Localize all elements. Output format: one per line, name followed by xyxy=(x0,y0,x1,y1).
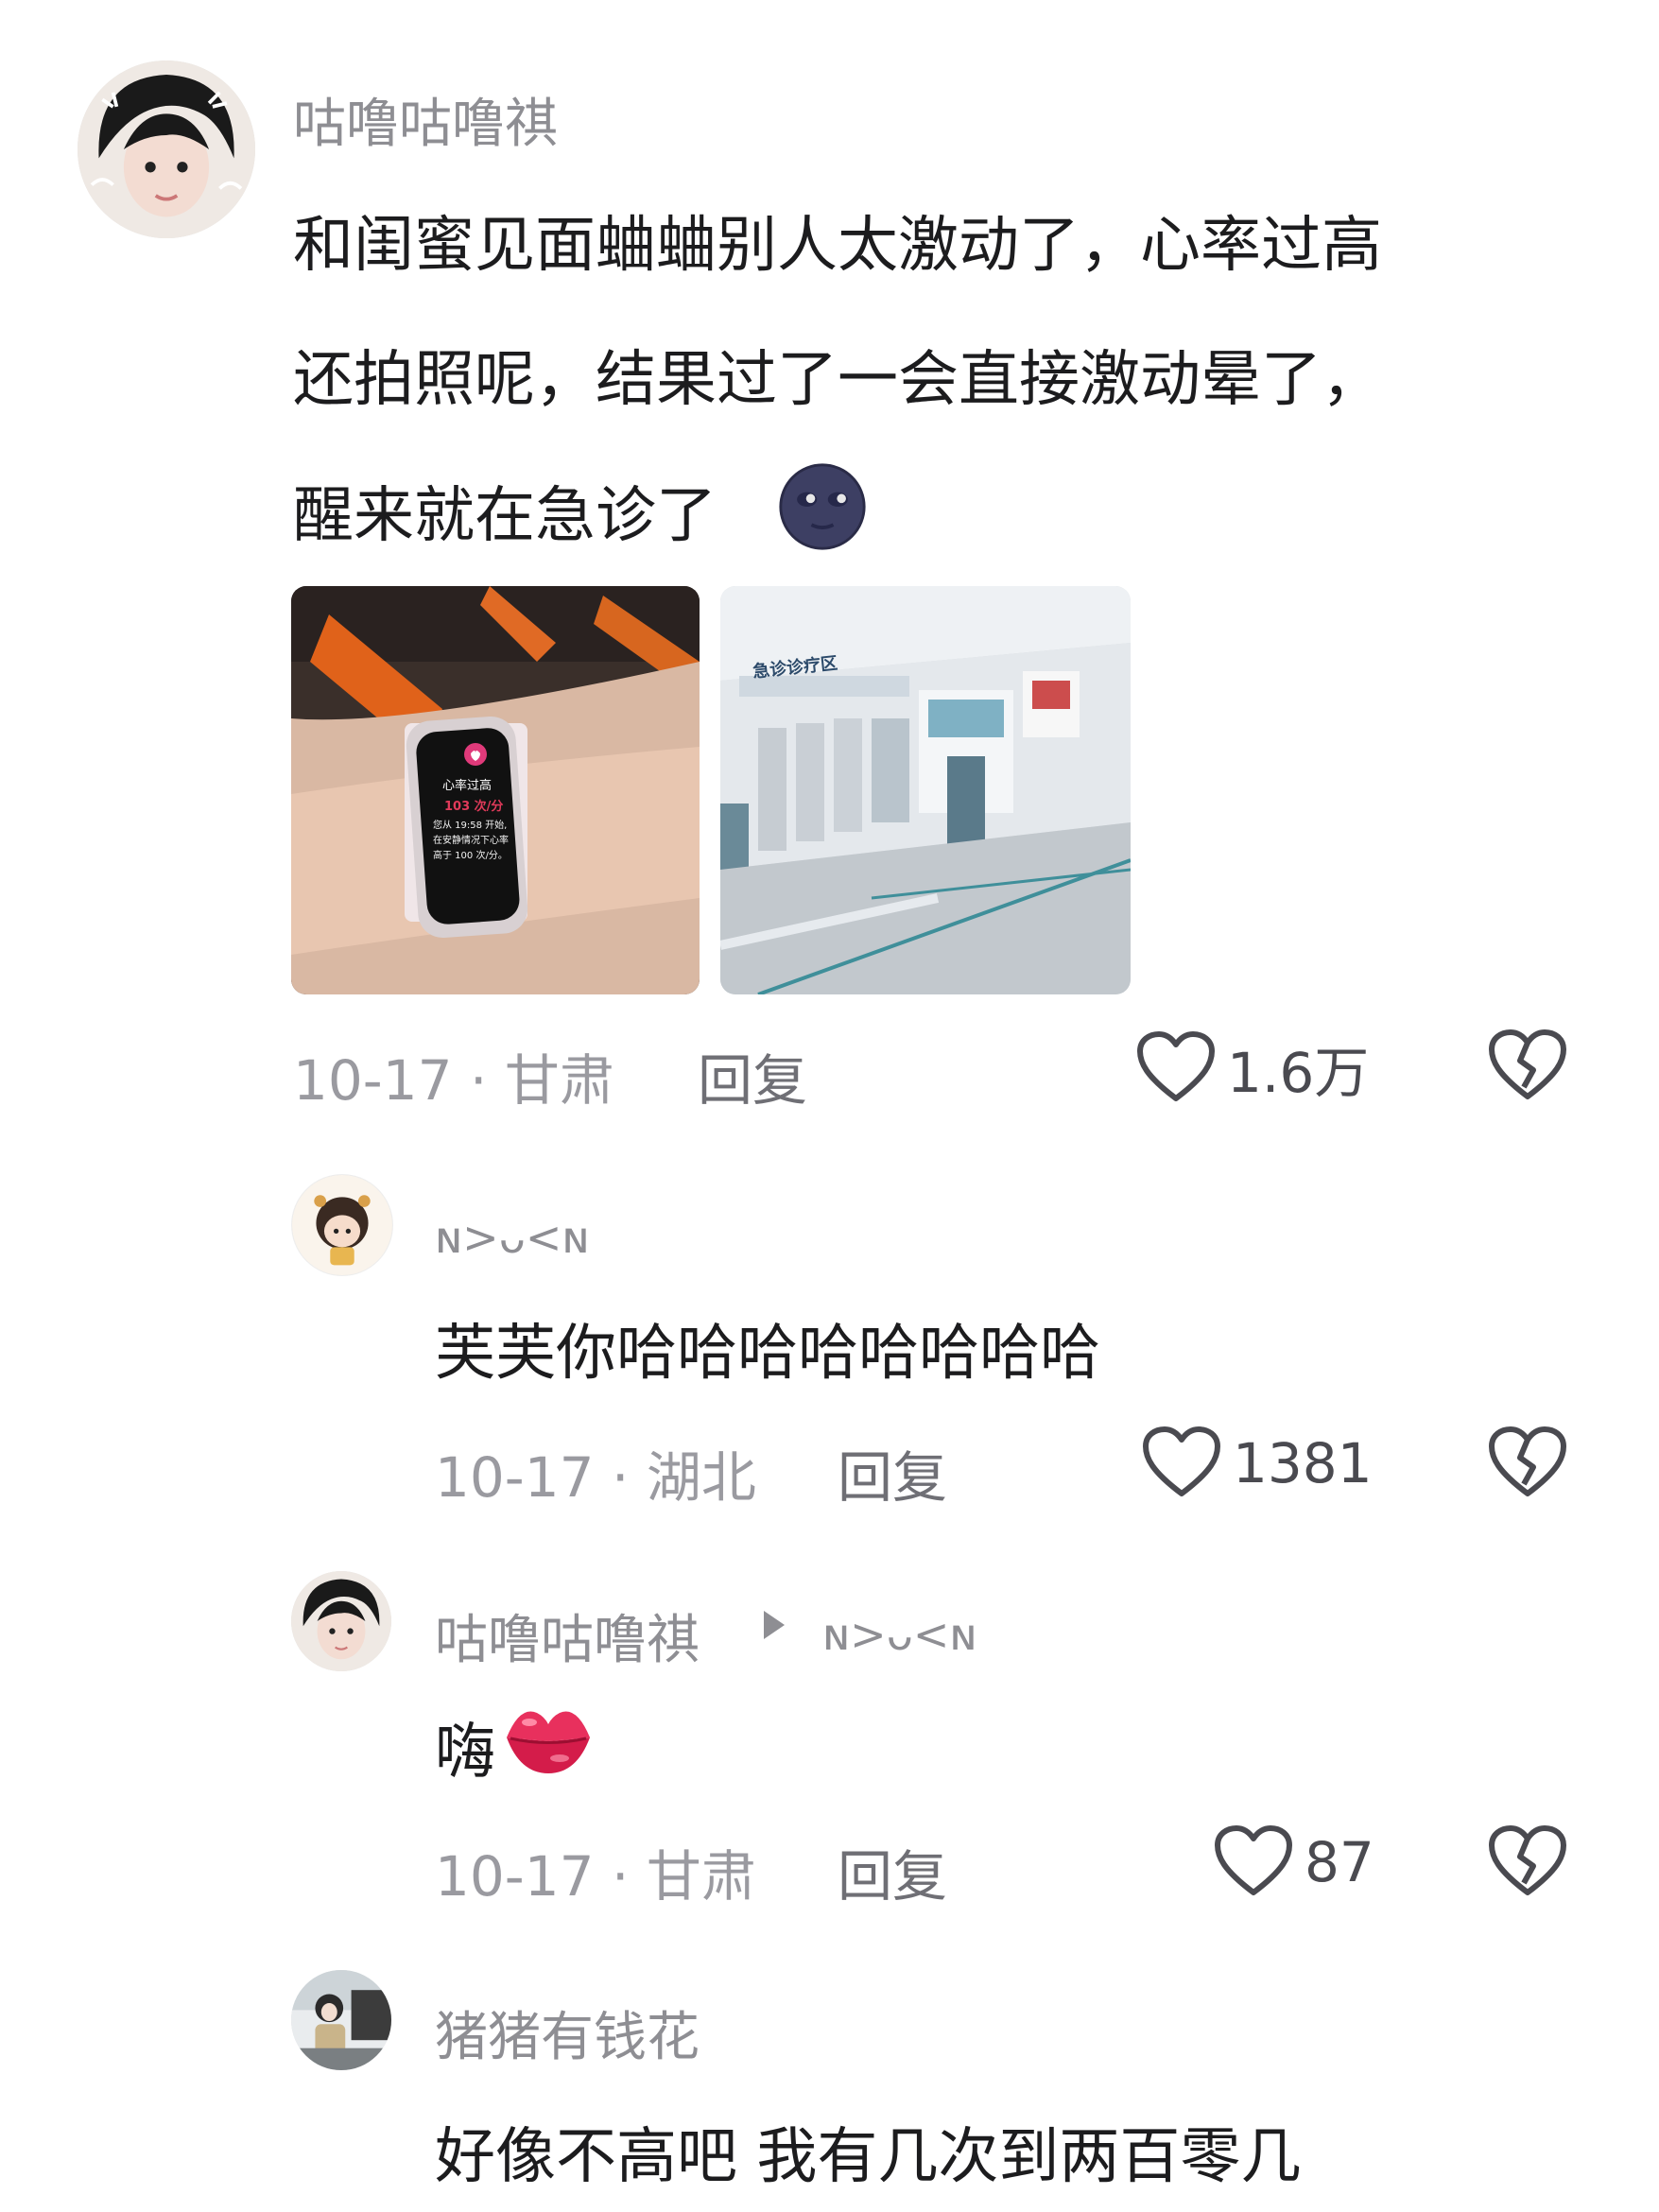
comment-username[interactable]: 咕噜咕噜祺 xyxy=(435,1598,700,1674)
new-moon-face-icon xyxy=(777,461,868,552)
avatar[interactable] xyxy=(78,60,255,238)
comment-text: 芙芙你哈哈哈哈哈哈哈哈 xyxy=(435,1319,1100,1389)
watch-heart-rate: 103 次/分 xyxy=(444,800,504,814)
comment-meta: 10-17 · 甘肃 xyxy=(435,1844,756,1909)
reply-button[interactable]: 回复 xyxy=(698,1036,807,1115)
like-button[interactable]: 1.6万 xyxy=(1136,1028,1369,1108)
reply-arrow-icon xyxy=(760,1607,788,1643)
reply-button[interactable]: 回复 xyxy=(838,1433,947,1512)
comment-text: 和闺蜜见面蛐蛐别人太激动了，心率过高 xyxy=(293,211,1382,281)
watch-screen-text: 您从 19:58 开始, xyxy=(433,821,508,831)
watch-screen-text: 在安静情况下心率 xyxy=(433,836,509,846)
reply-to-username[interactable]: ɴ>ᴗ<ɴ xyxy=(822,1609,977,1660)
watch-screen-title: 心率过高 xyxy=(442,779,493,793)
reply-button[interactable]: 回复 xyxy=(838,1832,947,1911)
like-count: 1.6万 xyxy=(1227,1041,1370,1105)
comment-text: 好像不高吧 我有几次到两百零几 xyxy=(435,2122,1302,2192)
watch-photo[interactable]: 心率过高 103 次/分 您从 19:58 开始, 在安静情况下心率 高于 10… xyxy=(291,586,700,994)
dislike-broken-heart-icon[interactable] xyxy=(1488,1426,1567,1501)
dislike-broken-heart-icon[interactable] xyxy=(1488,1824,1567,1900)
comment-meta: 10-17 · 湖北 xyxy=(435,1445,756,1510)
comment-username[interactable]: 咕噜咕噜祺 xyxy=(293,81,558,158)
avatar[interactable] xyxy=(291,1571,391,1671)
watch-screen-text: 高于 100 次/分。 xyxy=(433,851,508,861)
heart-icon xyxy=(1136,1030,1216,1106)
comment-text: 醒来就在急诊了 xyxy=(293,481,717,551)
like-button[interactable]: 87 xyxy=(1214,1824,1374,1900)
kiss-mark-icon xyxy=(501,1692,596,1783)
avatar[interactable] xyxy=(291,1174,393,1276)
like-count: 1381 xyxy=(1233,1431,1373,1495)
avatar[interactable] xyxy=(291,1970,391,2070)
hospital-photo[interactable]: 急诊诊疗区 xyxy=(720,586,1131,994)
comment-username[interactable]: 猪猪有钱花 xyxy=(435,1995,700,2071)
comment-text: 嗨 xyxy=(435,1718,495,1788)
heart-icon xyxy=(1142,1426,1221,1501)
dislike-broken-heart-icon[interactable] xyxy=(1488,1028,1567,1104)
like-button[interactable]: 1381 xyxy=(1142,1426,1373,1501)
comment-meta: 10-17 · 甘肃 xyxy=(293,1048,614,1113)
comment-username[interactable]: ɴ>ᴗ<ɴ xyxy=(435,1212,590,1263)
like-count: 87 xyxy=(1305,1830,1374,1894)
comment-text: 还拍照呢，结果过了一会直接激动晕了， xyxy=(293,345,1382,415)
heart-icon xyxy=(1214,1824,1293,1900)
